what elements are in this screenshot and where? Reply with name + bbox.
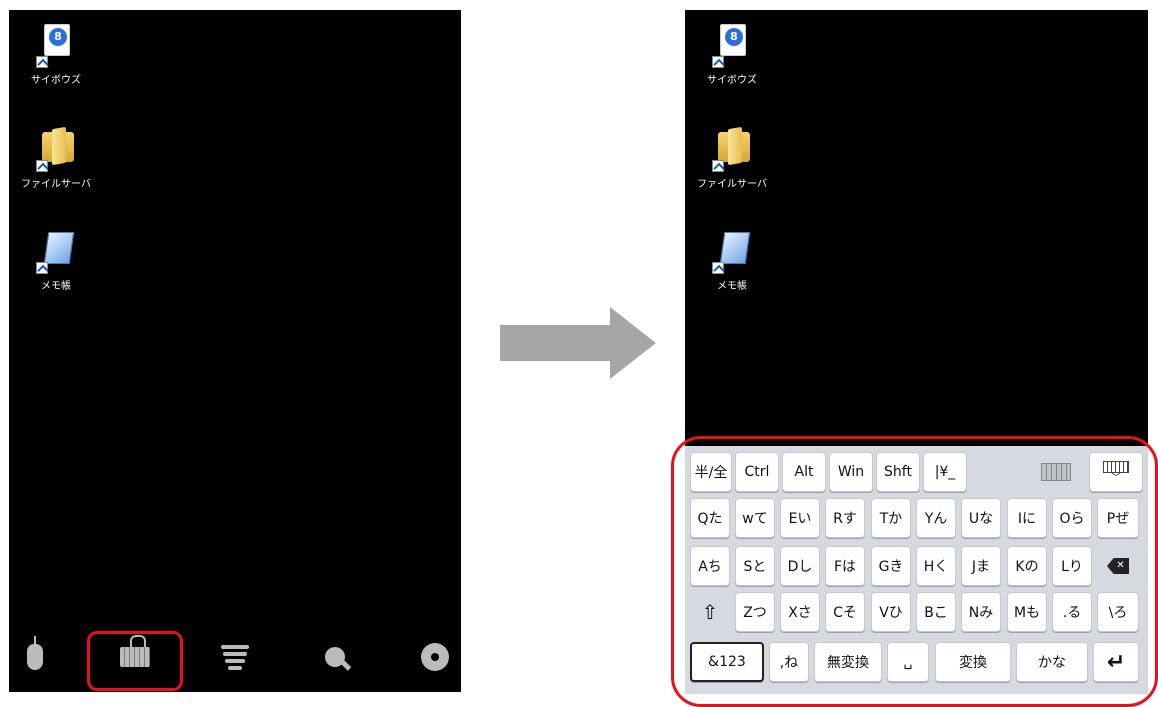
desktop-icon-label: ファイルサーバ (21, 179, 91, 190)
desktop-icon-label: ファイルサーバ (697, 179, 767, 190)
desktop-icon-label: メモ帳 (41, 281, 71, 292)
desktop-icon-file-server[interactable]: ファイルサーバ (687, 128, 777, 190)
desktop-icon-label: サイボウズ (707, 75, 757, 86)
keyboard-highlight (671, 436, 1158, 707)
magnifier-icon (325, 647, 345, 667)
bottom-toolbar (9, 622, 461, 692)
desktop-icon-notepad[interactable]: メモ帳 (11, 230, 101, 292)
zoom-button[interactable] (305, 632, 365, 682)
desktop-icon-label: サイボウズ (31, 75, 81, 86)
desktop-icon-notepad[interactable]: メモ帳 (687, 230, 777, 292)
menu-button[interactable] (205, 632, 265, 682)
remote-desktop-screen-before: 8 サイボウズ ファイルサーバ メモ帳 (9, 10, 461, 692)
transition-arrow (500, 307, 656, 379)
notepad-icon (36, 230, 76, 274)
cybozu-icon: 8 (712, 24, 752, 68)
mouse-mode-button[interactable] (5, 632, 65, 682)
folder-icon (712, 128, 752, 172)
remote-desktop-screen-after: 8 サイボウズ ファイルサーバ メモ帳 (685, 10, 1148, 446)
desktop-icon-cybozu[interactable]: 8 サイボウズ (11, 24, 101, 86)
notepad-icon (712, 230, 752, 274)
settings-button[interactable] (405, 632, 465, 682)
desktop-icon-label: メモ帳 (717, 281, 747, 292)
desktop-icon-file-server[interactable]: ファイルサーバ (11, 128, 101, 190)
mouse-icon (27, 636, 43, 670)
cybozu-icon: 8 (36, 24, 76, 68)
menu-icon (221, 644, 249, 670)
folder-icon (36, 128, 76, 172)
desktop-icon-cybozu[interactable]: 8 サイボウズ (687, 24, 777, 86)
keyboard-button-highlight (87, 631, 183, 691)
settings-gear-icon (421, 643, 449, 671)
